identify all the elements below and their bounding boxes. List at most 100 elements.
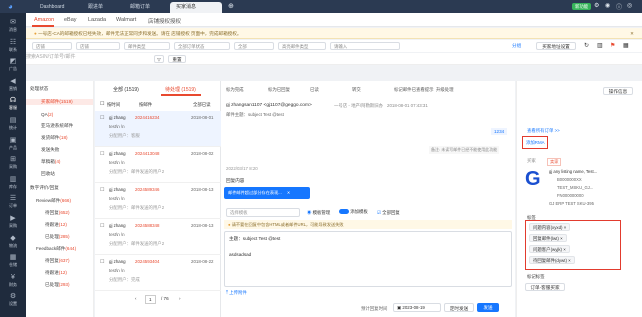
folder-item[interactable]: Review邮件(666) bbox=[36, 198, 71, 204]
view-orders-link[interactable]: 查看所有订单 >> bbox=[527, 128, 560, 134]
folder-item[interactable]: Feedback邮件(644) bbox=[36, 246, 76, 252]
help-icon[interactable]: ⓘ bbox=[616, 2, 622, 11]
group-link[interactable]: 分组 bbox=[512, 43, 521, 49]
rail-item-0[interactable]: ✉ 消息 bbox=[0, 19, 26, 32]
close-icon[interactable]: × bbox=[562, 247, 566, 252]
mail-type-select[interactable]: 邮件类型 bbox=[124, 42, 170, 50]
schedule-send-button[interactable]: 定时发送 bbox=[444, 303, 474, 312]
rail-item-4[interactable]: ☊ 客服 bbox=[0, 97, 26, 110]
keyword-input[interactable]: 请输入 bbox=[330, 42, 400, 50]
rail-item-10[interactable]: ▶ 采购 bbox=[0, 215, 26, 228]
message-order[interactable]: 2024588348 bbox=[135, 223, 159, 228]
folder-item[interactable]: 已处理(293) bbox=[45, 282, 70, 288]
toolbar-action-1[interactable]: 标为已回复 bbox=[268, 87, 290, 93]
rail-item-14[interactable]: ⚙ 设置 bbox=[0, 293, 26, 306]
tab-ebay[interactable]: eBay bbox=[64, 17, 77, 23]
rail-item-8[interactable]: ▥ 库存 bbox=[0, 176, 26, 189]
reply-editor[interactable]: 主题：subject Test @test asdsadsad bbox=[224, 231, 512, 287]
order-service-button[interactable]: 订单-客服买家 bbox=[525, 283, 565, 291]
rail-item-2[interactable]: ◩ 广告 bbox=[0, 58, 26, 71]
tab-store-auth[interactable]: 店铺授权授权 bbox=[148, 17, 181, 25]
tab-dashboard[interactable]: Dashboard bbox=[34, 2, 70, 13]
subject-field[interactable]: 主题：subject Test @test bbox=[229, 236, 280, 242]
tab-all[interactable]: 全部 (1519) bbox=[113, 86, 139, 93]
folder-item[interactable]: 草稿箱(4) bbox=[41, 159, 60, 165]
rail-item-11[interactable]: ◆ 物流 bbox=[0, 235, 26, 248]
rail-item-5[interactable]: ▤ 统计 bbox=[0, 117, 26, 130]
message-checkbox[interactable]: ☐ bbox=[100, 187, 104, 193]
send-button[interactable]: 发送 bbox=[477, 303, 499, 312]
message-order[interactable]: 2024593404 bbox=[135, 259, 159, 264]
sort-by-time[interactable]: 按时间 bbox=[107, 102, 120, 108]
tag-chip[interactable]: 问题内容(xyxd) × bbox=[529, 223, 571, 231]
toolbar-action-3[interactable]: 转交 bbox=[352, 87, 361, 93]
tag-chip[interactable]: 待回复邮件(dywt) × bbox=[529, 256, 575, 264]
tag-chip[interactable]: 问题客户(wyjk) × bbox=[529, 245, 570, 253]
tab-buyer-messages[interactable]: 买家消息 bbox=[170, 2, 222, 13]
filter-icon[interactable]: ▽ bbox=[154, 55, 164, 63]
app-logo-icon[interactable]: ◕ bbox=[8, 2, 13, 11]
folder-item[interactable]: 亚马逊系统邮件 bbox=[41, 123, 73, 129]
body-text[interactable]: asdsadsad bbox=[229, 252, 251, 257]
rail-item-9[interactable]: ☰ 订单 bbox=[0, 195, 26, 208]
tab-walmart[interactable]: Walmart bbox=[116, 17, 136, 23]
folder-item[interactable]: 发送失败 bbox=[41, 147, 59, 153]
prev-page-icon[interactable]: ‹ bbox=[135, 296, 137, 301]
new-tab-icon[interactable]: ⊕ bbox=[228, 2, 234, 10]
refresh-icon[interactable]: ↻ bbox=[584, 42, 589, 49]
close-icon[interactable]: × bbox=[559, 236, 563, 241]
rail-item-1[interactable]: ☷ 联系 bbox=[0, 39, 26, 52]
template-select[interactable]: 选择模板 bbox=[226, 208, 300, 217]
message-checkbox[interactable]: ☐ bbox=[100, 259, 104, 265]
tab-followup[interactable]: 跟进单 bbox=[82, 2, 109, 13]
toolbar-action-4[interactable]: 标记邮件已查看提示 bbox=[394, 87, 434, 93]
message-order[interactable]: 2024416234 bbox=[135, 115, 159, 120]
folder-item[interactable]: 待跟进(12) bbox=[45, 222, 67, 228]
page-current[interactable]: 1 bbox=[145, 295, 156, 304]
toolbar-action-2[interactable]: 已读 bbox=[310, 87, 319, 93]
rail-item-7[interactable]: ⊞ 采购 bbox=[0, 156, 26, 169]
close-icon[interactable]: × bbox=[567, 258, 571, 263]
tab-amazon[interactable]: Amazon bbox=[34, 17, 54, 23]
info-header-button[interactable]: 操作信息 bbox=[603, 87, 633, 95]
columns-icon[interactable]: ▥ bbox=[597, 42, 603, 49]
message-item[interactable]: ☐ gj zhang 2024416234 2018-08-01 test\n \n 分配… bbox=[95, 111, 221, 147]
add-template-toggle[interactable]: 添加模板 bbox=[339, 209, 368, 215]
message-item[interactable]: ☐ gj zhang 2024588348 2018-08-13 test\n \n 分配… bbox=[95, 219, 221, 255]
reply-all-checkbox[interactable]: ☑ 全部回复 bbox=[377, 210, 400, 216]
user-avatar[interactable]: ◎ bbox=[627, 2, 632, 9]
folder-item[interactable]: QA(2) bbox=[41, 112, 53, 117]
message-order[interactable]: 2024589346 bbox=[135, 187, 159, 192]
close-icon[interactable]: ✕ bbox=[630, 28, 634, 39]
rail-item-12[interactable]: ▦ 仓储 bbox=[0, 254, 26, 267]
toolbar-action-0[interactable]: 标为完成 bbox=[226, 87, 244, 93]
tab-mail-orders[interactable]: 邮箱订单 bbox=[124, 2, 156, 13]
sort-by-mail[interactable]: 按邮件 bbox=[139, 102, 152, 108]
folder-item[interactable]: 数字评价/回复 bbox=[30, 185, 59, 191]
folder-item[interactable]: 待回复(637) bbox=[45, 258, 70, 264]
highlight-type-select[interactable]: 高亮邮件类型 bbox=[278, 42, 326, 50]
message-checkbox[interactable]: ☐ bbox=[100, 223, 104, 229]
message-order[interactable]: 2024413048 bbox=[135, 151, 159, 156]
tab-lazada[interactable]: Lazada bbox=[88, 17, 106, 23]
close-icon[interactable]: ✕ bbox=[287, 190, 291, 195]
attach-link[interactable]: ⤒ 上传附件 bbox=[226, 290, 247, 296]
folder-item[interactable]: 发货邮件(18) bbox=[41, 135, 68, 141]
folder-item[interactable]: 待回复(652) bbox=[45, 210, 70, 216]
search-input[interactable]: 搜索ASIN/订单号/邮件 bbox=[26, 53, 144, 60]
tab-pending[interactable]: 待处理 (1519) bbox=[165, 86, 196, 93]
all-select[interactable]: 全部 bbox=[234, 42, 274, 50]
select-all-checkbox[interactable]: ☐ bbox=[100, 101, 104, 107]
toolbar-action-5[interactable]: 升级处理 bbox=[436, 87, 454, 93]
flag-icon[interactable]: ⚑ bbox=[610, 42, 615, 49]
next-page-icon[interactable]: › bbox=[179, 296, 181, 301]
store-select-2[interactable]: 店铺 bbox=[76, 42, 120, 50]
message-checkbox[interactable]: ☐ bbox=[100, 115, 104, 121]
order-status-select[interactable]: 全部订单状态 bbox=[174, 42, 230, 50]
settings-icon[interactable]: ⚙ bbox=[594, 2, 599, 9]
message-item[interactable]: ☐ gj zhang 2024413048 2018-08-02 test\n \n 分配… bbox=[95, 147, 221, 183]
reset-button[interactable]: 重置 bbox=[168, 55, 186, 63]
rail-item-6[interactable]: ▣ 产品 bbox=[0, 137, 26, 150]
close-icon[interactable]: × bbox=[563, 225, 567, 230]
store-select[interactable]: 店铺 bbox=[32, 42, 72, 50]
